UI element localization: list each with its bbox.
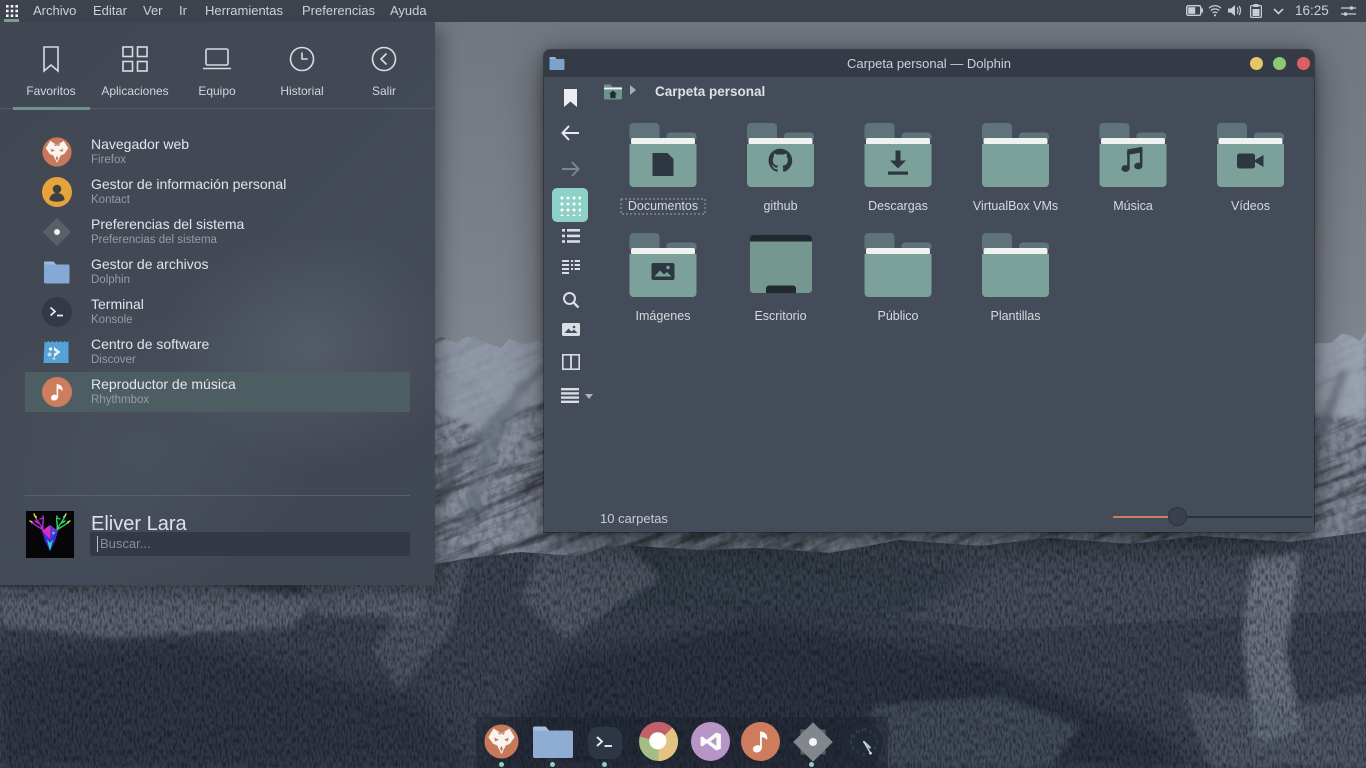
- svg-text:Música: Música: [1113, 199, 1153, 213]
- svg-text:Escritorio: Escritorio: [754, 309, 806, 323]
- svg-text:Descargas: Descargas: [868, 199, 928, 213]
- svg-text:Documentos: Documentos: [628, 199, 698, 213]
- svg-text:VirtualBox VMs: VirtualBox VMs: [973, 199, 1058, 213]
- svg-text:12: 12: [862, 727, 867, 732]
- svg-text:Imágenes: Imágenes: [636, 309, 691, 323]
- svg-text:Plantillas: Plantillas: [990, 309, 1040, 323]
- svg-text:github: github: [763, 199, 797, 213]
- svg-text:10: 10: [850, 734, 855, 739]
- svg-text:Vídeos: Vídeos: [1231, 199, 1270, 213]
- svg-text:Público: Público: [878, 309, 919, 323]
- svg-text:11: 11: [855, 729, 860, 734]
